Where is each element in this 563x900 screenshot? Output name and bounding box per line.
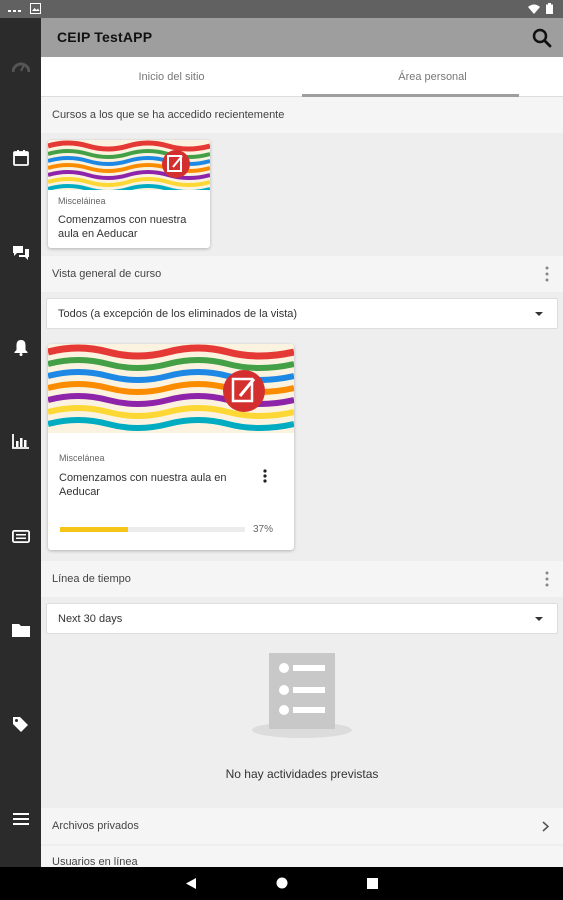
system-nav-bar xyxy=(0,867,563,900)
home-button[interactable] xyxy=(274,875,290,891)
course-filter-value: Todos (a excepción de los eliminados de … xyxy=(58,307,298,320)
course-progress-bar xyxy=(60,527,245,532)
more-options-icon[interactable] xyxy=(545,266,549,282)
search-icon[interactable] xyxy=(531,27,553,49)
chevron-right-icon xyxy=(542,821,549,832)
wifi-icon xyxy=(528,4,540,14)
notifications-icon xyxy=(14,339,27,356)
recent-courses-title: Cursos a los que se ha accedido reciente… xyxy=(52,109,285,121)
sidebar-item-grades[interactable] xyxy=(0,421,41,461)
dashboard-icon xyxy=(11,62,30,73)
timeline-empty-text: No hay actividades previstas xyxy=(225,767,379,781)
timeline-filter-select[interactable]: Next 30 days xyxy=(46,603,558,634)
course-category: Misceláinea xyxy=(58,196,106,206)
files-icon xyxy=(11,624,30,637)
course-filter-select[interactable]: Todos (a excepción de los eliminados de … xyxy=(46,298,558,329)
image-icon xyxy=(30,3,41,14)
timeline-title: Línea de tiempo xyxy=(52,573,131,585)
dropdown-caret-icon xyxy=(535,617,543,621)
sidebar-item-tags[interactable] xyxy=(0,704,41,744)
tags-icon xyxy=(13,716,28,732)
course-overview-header: Vista general de curso xyxy=(41,256,563,292)
recents-button[interactable] xyxy=(364,875,380,891)
recent-courses-header: Cursos a los que se ha accedido reciente… xyxy=(41,97,563,133)
course-name[interactable]: Comenzamos con nuestra aula en Aeducar xyxy=(59,471,239,499)
back-button[interactable] xyxy=(183,875,199,891)
dropdown-caret-icon xyxy=(535,312,543,316)
more-options-icon[interactable] xyxy=(545,571,549,587)
back-icon xyxy=(186,877,196,889)
status-bar xyxy=(0,0,563,18)
timeline-header: Línea de tiempo xyxy=(41,561,563,597)
app-title: CEIP TestAPP xyxy=(57,29,153,45)
course-image xyxy=(48,344,294,433)
course-category: Miscelánea xyxy=(59,453,105,463)
course-progress-fill xyxy=(60,527,129,532)
sidebar-item-calendar[interactable] xyxy=(0,138,41,178)
online-users-title: Usuarios en línea xyxy=(52,856,138,867)
timeline-filter-value: Next 30 days xyxy=(58,612,123,625)
course-overview-title: Vista general de curso xyxy=(52,268,162,280)
recent-course-card[interactable]: Misceláinea Comenzamos con nuestra aula … xyxy=(48,140,210,248)
sidebar-item-menu[interactable] xyxy=(0,799,41,839)
battery-icon xyxy=(546,3,553,14)
menu-icon xyxy=(12,813,29,825)
course-overview-card[interactable]: Miscelánea Comenzamos con nuestra aula e… xyxy=(48,344,294,550)
empty-list-icon xyxy=(252,653,352,738)
sidebar-item-badges[interactable] xyxy=(0,516,41,556)
calendar-icon xyxy=(12,150,29,166)
course-menu-icon[interactable] xyxy=(263,469,267,483)
sidebar-item-notifications[interactable] xyxy=(0,327,41,367)
home-icon xyxy=(276,877,288,889)
messages-icon xyxy=(12,246,29,260)
sidebar-item-files[interactable] xyxy=(0,610,41,650)
course-name[interactable]: Comenzamos con nuestra aula en Aeducar xyxy=(58,213,203,241)
app-bar: CEIP TestAPP xyxy=(41,18,563,57)
sidebar xyxy=(0,18,41,867)
course-progress-label: 37% xyxy=(253,524,274,535)
sidebar-item-dashboard[interactable] xyxy=(0,46,41,86)
grades-icon xyxy=(11,433,29,449)
sidebar-item-messages[interactable] xyxy=(0,233,41,273)
online-users-row[interactable]: Usuarios en línea xyxy=(41,846,563,867)
recents-icon xyxy=(366,877,378,889)
private-files-row[interactable]: Archivos privados xyxy=(41,808,563,844)
sim-icon xyxy=(8,9,21,12)
course-image xyxy=(48,140,210,190)
tab-bar: Inicio del sitio Área personal xyxy=(41,57,563,97)
private-files-title: Archivos privados xyxy=(52,820,139,832)
badge-icon xyxy=(11,529,30,543)
tab-site-home[interactable]: Inicio del sitio xyxy=(41,57,302,97)
tab-dashboard[interactable]: Área personal xyxy=(302,57,563,97)
